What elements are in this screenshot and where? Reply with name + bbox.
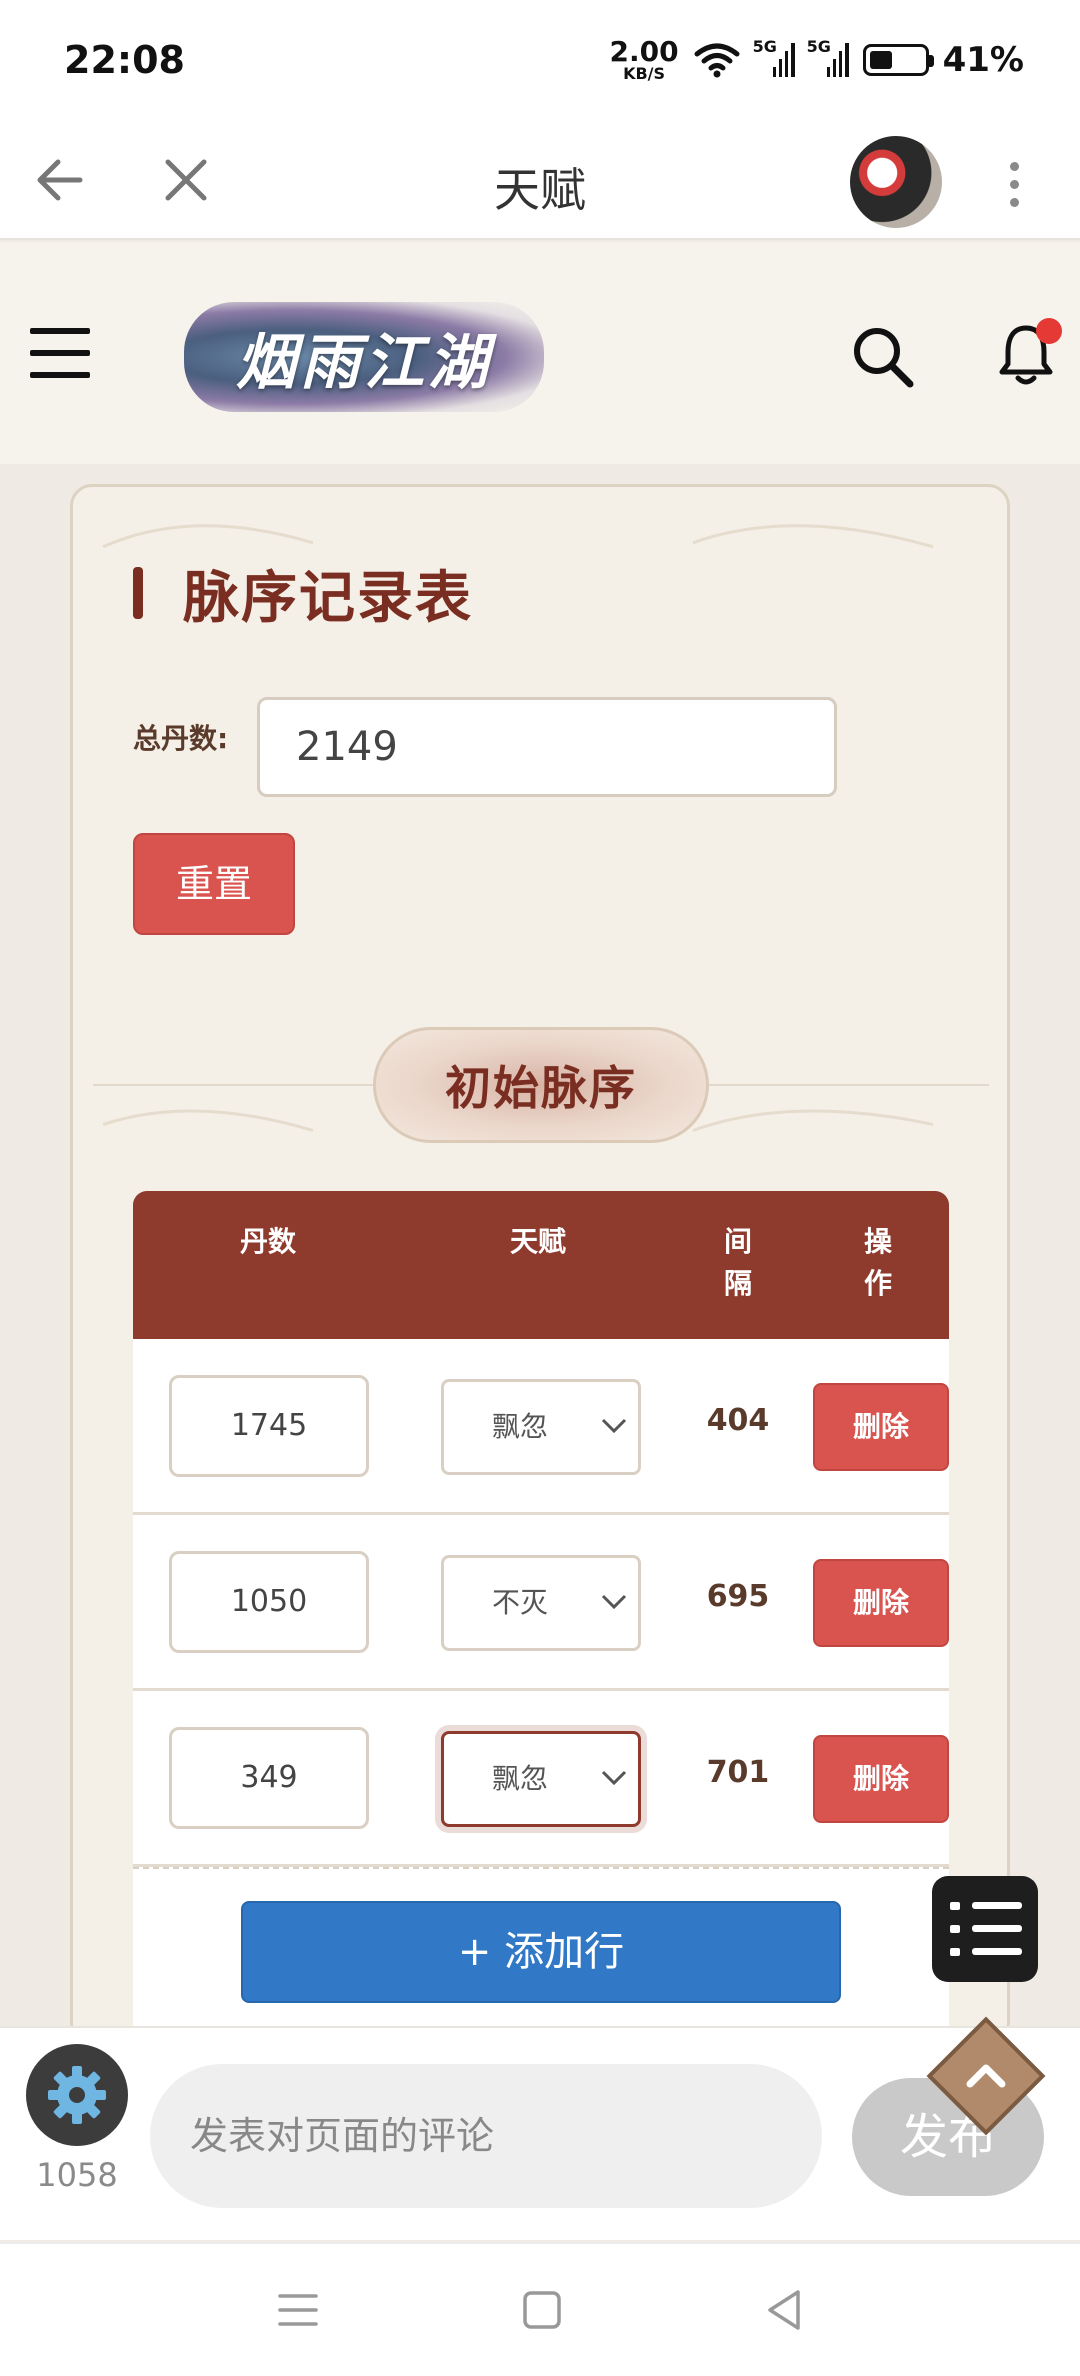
section-heading: 初始脉序 (373, 1027, 709, 1143)
table-row: 1745 飘忽 404 删除 (133, 1339, 949, 1515)
comment-bar: 1058 发表对页面的评论 发布 (0, 2026, 1080, 2240)
table-header: 丹数 天赋 间 隔 操 作 (133, 1191, 949, 1339)
browser-title-bar: 天赋 (0, 120, 1080, 240)
square-icon[interactable] (512, 2280, 572, 2340)
total-label: 总丹数: (133, 722, 229, 755)
dan-input[interactable]: 349 (169, 1727, 369, 1829)
talent-select[interactable]: 飘忽 (441, 1731, 641, 1827)
status-time: 22:08 (64, 38, 185, 82)
reset-button[interactable]: 重置 (133, 833, 295, 935)
network-speed: 2.00 KB/S (610, 38, 679, 82)
title-accent-bar (133, 567, 143, 619)
talent-table: 丹数 天赋 间 隔 操 作 1745 飘忽 404 删除 1050 不灭 695… (133, 1191, 949, 2027)
header-interval: 间 隔 (693, 1221, 783, 1305)
delete-button[interactable]: 删除 (813, 1735, 949, 1823)
gear-icon[interactable] (26, 2044, 128, 2146)
battery-icon (862, 44, 934, 76)
section-divider-right (709, 1084, 989, 1086)
menu-lines-icon[interactable] (268, 2280, 328, 2340)
search-icon[interactable] (850, 324, 916, 390)
interval-value: 695 (706, 1579, 770, 1614)
comment-input[interactable]: 发表对页面的评论 (150, 2064, 822, 2208)
signal-icon-2: 5G (807, 37, 849, 77)
table-row: 349 飘忽 701 删除 (133, 1691, 949, 1867)
add-row-area: + 添加行 (133, 1867, 949, 2027)
logo-text: 烟雨江湖 (236, 327, 492, 398)
delete-button[interactable]: 删除 (813, 1559, 949, 1647)
list-icon[interactable] (932, 1876, 1038, 1982)
site-logo[interactable]: 烟雨江湖 (184, 302, 544, 412)
battery-level (869, 51, 892, 69)
header-dan: 丹数 (239, 1225, 296, 1258)
status-bar: 22:08 2.00 KB/S 5G 5G 41% (0, 0, 1080, 120)
talent-select-value: 不灭 (492, 1586, 549, 1619)
header-interval-line1: 间 (723, 1225, 752, 1258)
talent-select[interactable]: 不灭 (441, 1555, 641, 1651)
more-vertical-icon[interactable] (1000, 156, 1028, 212)
system-nav-bar (0, 2242, 1080, 2376)
talent-select-value: 飘忽 (492, 1762, 549, 1795)
dan-input[interactable]: 1050 (169, 1551, 369, 1653)
wifi-icon (694, 43, 740, 78)
interval-value: 404 (706, 1403, 770, 1438)
record-card: 脉序记录表 总丹数: 2149 重置 初始脉序 丹数 天赋 间 隔 操 作 17… (70, 484, 1010, 2044)
section-title: 初始脉序 (445, 1061, 637, 1115)
triangle-back-icon[interactable] (756, 2280, 816, 2340)
dan-input[interactable]: 1745 (169, 1375, 369, 1477)
avatar[interactable] (850, 136, 942, 228)
header-action-line2: 作 (863, 1267, 892, 1300)
battery-percent: 41% (942, 40, 1024, 80)
header-interval-line2: 隔 (723, 1267, 752, 1300)
interval-value: 701 (706, 1755, 770, 1790)
chevron-down-icon (601, 1770, 627, 1786)
notification-dot (1036, 318, 1062, 344)
site-header: 烟雨江湖 (0, 242, 1080, 464)
chevron-down-icon (601, 1594, 627, 1610)
table-row: 1050 不灭 695 删除 (133, 1515, 949, 1691)
delete-button[interactable]: 删除 (813, 1383, 949, 1471)
add-row-button[interactable]: + 添加行 (241, 1901, 841, 2003)
total-input[interactable]: 2149 (257, 697, 837, 797)
signal-1-label: 5G (752, 37, 777, 56)
card-title: 脉序记录表 (183, 566, 473, 631)
hamburger-icon[interactable] (30, 328, 90, 378)
header-action: 操 作 (833, 1221, 923, 1305)
comment-count: 1058 (36, 2156, 118, 2194)
net-speed-value: 2.00 (609, 35, 679, 68)
talent-select-value: 飘忽 (492, 1410, 549, 1443)
header-talent: 天赋 (509, 1225, 566, 1258)
section-divider-left (93, 1084, 373, 1086)
signal-2-label: 5G (806, 37, 831, 56)
bell-icon[interactable] (996, 318, 1062, 388)
net-speed-unit: KB/S (623, 64, 666, 83)
signal-icon-1: 5G (753, 37, 795, 77)
chevron-down-icon (601, 1418, 627, 1434)
talent-select[interactable]: 飘忽 (441, 1379, 641, 1475)
header-action-line1: 操 (863, 1225, 892, 1258)
status-icons: 2.00 KB/S 5G 5G 41% (610, 37, 1024, 82)
